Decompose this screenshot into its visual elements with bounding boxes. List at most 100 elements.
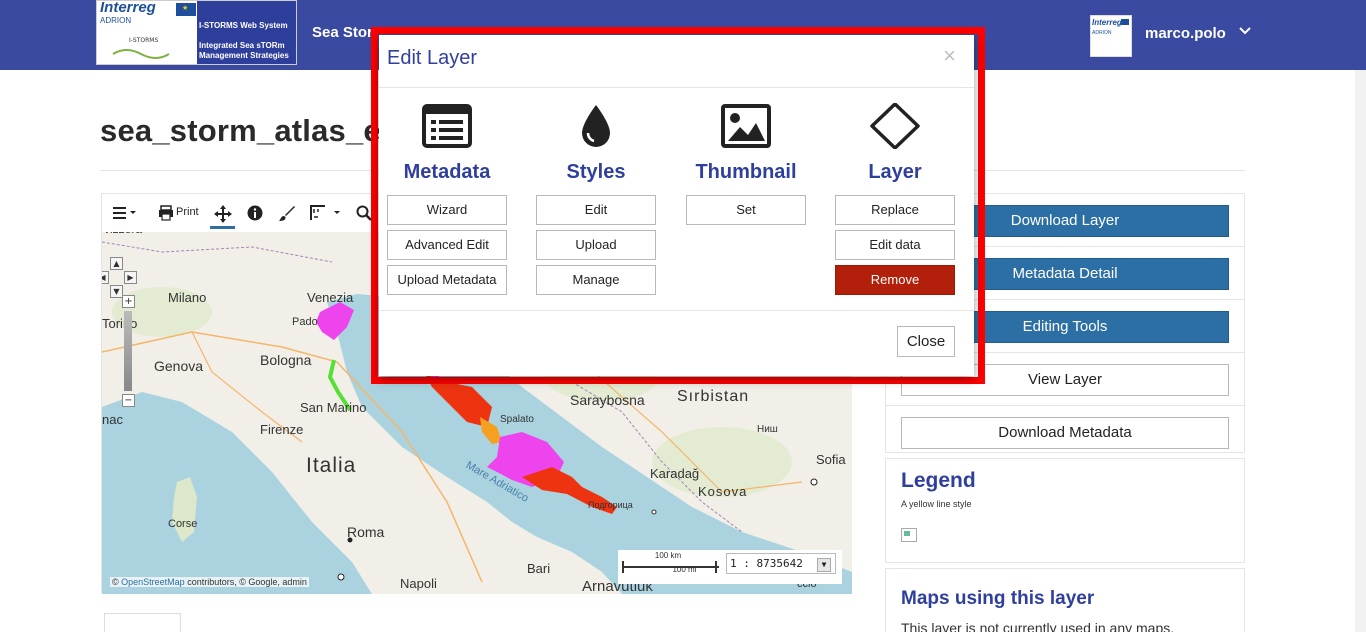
map-label-saraybosna: Saraybosna: [570, 392, 645, 408]
map-label-nis: Ниш: [757, 424, 778, 435]
upload-metadata-button[interactable]: Upload Metadata: [387, 265, 507, 295]
avatar-sub-text: ADRION: [1092, 30, 1112, 36]
metadata-heading: Metadata: [403, 161, 491, 183]
zoom-slider[interactable]: [124, 311, 132, 391]
modal-header-divider: [379, 87, 974, 88]
scale-select[interactable]: 1 : 8735642 ▼: [726, 553, 836, 574]
scale-value: 1 : 8735642: [730, 557, 803, 570]
scale-km-label: 100 km: [654, 551, 682, 560]
upload-style-button[interactable]: Upload: [536, 230, 656, 260]
page-title: sea_storm_atlas_e: [100, 113, 381, 148]
wizard-button[interactable]: Wizard: [387, 195, 507, 225]
maps-using-title: Maps using this layer: [901, 588, 1095, 609]
legend-title: Legend: [901, 469, 976, 492]
chevron-down-icon[interactable]: ▼: [817, 558, 831, 572]
map-label-napoli: Napoli: [400, 576, 437, 591]
modal-title: Edit Layer: [387, 47, 478, 69]
pan-up-button[interactable]: ▲: [110, 257, 123, 270]
edit-style-button[interactable]: Edit: [536, 195, 656, 225]
logo-wave-icon: [112, 49, 170, 59]
map-label-bari: Bari: [527, 561, 551, 576]
menu-icon[interactable]: [112, 205, 138, 225]
map-label-venezia: Venezia: [307, 290, 354, 305]
site-logo[interactable]: Interreg ADRION I-STORMS I-STORMS Web Sy…: [96, 0, 297, 65]
osm-link[interactable]: OpenStreetMap: [121, 577, 185, 587]
logo-system-name: I-STORMS Web System: [199, 21, 288, 30]
username[interactable]: marco.polo: [1145, 25, 1226, 42]
map-label-italia: Italia: [306, 454, 357, 477]
map-label-sofia: Sofia: [816, 452, 846, 467]
layer-heading: Layer: [868, 161, 922, 183]
print-button[interactable]: Print: [176, 206, 199, 218]
tab-info[interactable]: [104, 613, 181, 632]
pan-right-button[interactable]: ▶: [124, 271, 137, 284]
measure-icon[interactable]: [310, 205, 340, 225]
logo-strategy: Integrated Sea sTORm Management Strategi…: [199, 41, 289, 60]
thumbnail-heading: Thumbnail: [695, 161, 797, 183]
logo-interreg-text: Interreg: [100, 0, 156, 16]
map-label-sirbistan: Sırbistan: [677, 388, 750, 405]
map-label-milano: Milano: [168, 290, 207, 305]
close-icon[interactable]: ×: [943, 43, 956, 69]
edit-data-button[interactable]: Edit data: [835, 230, 955, 260]
maps-using-text: This layer is not currently used in any …: [901, 620, 1175, 632]
map-label-firenze: Firenze: [260, 422, 304, 437]
map-label-genova: Genova: [154, 358, 204, 374]
styles-heading: Styles: [566, 161, 626, 183]
map-label-san-marino: San Marino: [300, 400, 367, 415]
edit-layer-modal: Edit Layer × Metadata Wizard Advanced Ed…: [379, 35, 974, 376]
istorms-logo-panel: I-STORMS Web System Integrated Sea sTORm…: [197, 1, 296, 64]
remove-layer-button[interactable]: Remove: [835, 265, 955, 295]
zoom-in-button[interactable]: +: [122, 295, 135, 308]
close-button[interactable]: Close: [897, 326, 955, 357]
avatar[interactable]: Interreg ADRION: [1090, 15, 1132, 57]
zoom-out-button[interactable]: −: [122, 394, 135, 407]
pan-left-button[interactable]: ◀: [102, 271, 109, 284]
legend-subtitle: A yellow line style: [901, 499, 972, 509]
eu-flag-icon: [1121, 19, 1129, 25]
interreg-logo: Interreg ADRION I-STORMS: [99, 1, 199, 64]
advanced-edit-button[interactable]: Advanced Edit: [387, 230, 507, 260]
logo-adrion-text: ADRION: [100, 16, 132, 25]
page-scrollbar[interactable]: [1355, 70, 1366, 632]
map-label-corse: Corse: [168, 518, 198, 530]
map-label-svizzera: vizzera: [104, 232, 142, 236]
replace-layer-button[interactable]: Replace: [835, 195, 955, 225]
scale-mi-label: 100 mi: [672, 565, 697, 574]
pan-icon[interactable]: [214, 205, 232, 227]
map-label-roma: Roma: [347, 524, 385, 540]
map-label-podgorica: Подгорица: [588, 500, 633, 510]
map-label-monaco: nac: [102, 412, 123, 427]
legend-panel: Legend A yellow line style: [885, 458, 1245, 563]
map-label-spalato: Spalato: [500, 414, 534, 425]
attribution-copyright: ©: [112, 577, 119, 587]
print-icon[interactable]: [158, 205, 174, 225]
maps-using-panel: Maps using this layer This layer is not …: [885, 568, 1245, 632]
diamond-icon: [870, 103, 920, 149]
manage-styles-button[interactable]: Manage: [536, 265, 656, 295]
zoom-icon[interactable]: [356, 205, 372, 225]
map-label-padova: Pado: [292, 316, 318, 328]
avatar-logo-text: Interreg: [1092, 18, 1122, 27]
attribution-text: contributors, © Google, admin: [187, 577, 307, 587]
active-tool-indicator: [210, 226, 235, 229]
map-label-bologna: Bologna: [260, 352, 312, 368]
download-metadata-button[interactable]: Download Metadata: [901, 417, 1229, 449]
brush-icon[interactable]: [278, 205, 295, 226]
modal-footer-divider: [379, 310, 974, 311]
legend-image: [901, 528, 917, 542]
logo-istorms-text: I-STORMS: [129, 37, 159, 44]
chevron-down-icon[interactable]: [1238, 24, 1252, 42]
map-label-karadag: Karadağ: [650, 466, 700, 481]
set-thumbnail-button[interactable]: Set: [686, 195, 806, 225]
scale-bar: 100 km 100 mi 1 : 8735642 ▼: [618, 550, 842, 584]
map-label-kosova: Kosova: [698, 484, 748, 499]
info-icon[interactable]: [247, 205, 263, 225]
eu-flag-icon: [176, 3, 196, 16]
zoom-control: + −: [122, 295, 136, 407]
image-icon: [721, 104, 771, 148]
brand-link[interactable]: Sea Stor: [312, 24, 373, 41]
list-icon: [422, 104, 472, 148]
side-row: Download Metadata: [886, 406, 1244, 459]
map-attribution: © OpenStreetMap contributors, © Google, …: [110, 577, 309, 587]
